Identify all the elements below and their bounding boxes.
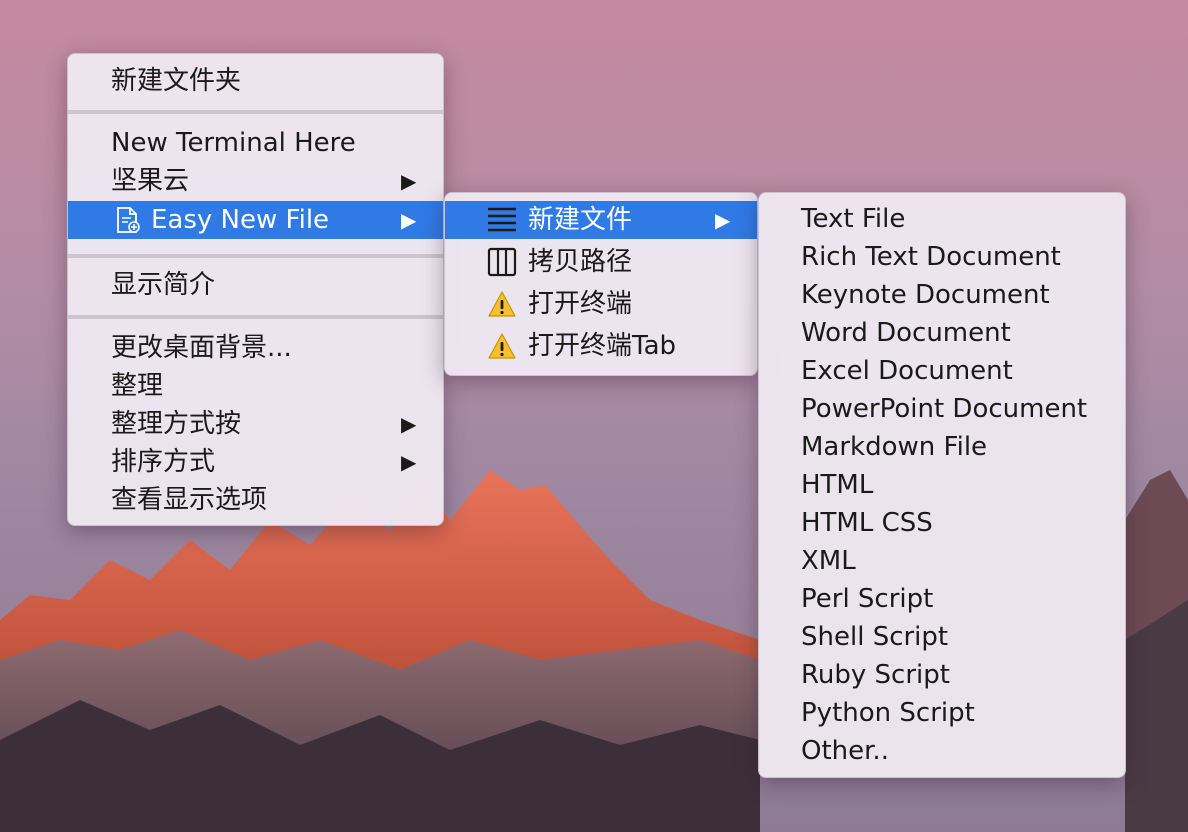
menu-item-label: 坚果云 — [111, 166, 190, 196]
new-file-type-submenu: Text File Rich Text Document Keynote Docum… — [758, 192, 1126, 778]
menu-item-label: HTML CSS — [801, 508, 933, 538]
menu-item-label: Other.. — [801, 736, 889, 766]
menu-item-label: Rich Text Document — [801, 242, 1061, 272]
file-type-item-xml[interactable]: XML — [759, 542, 1125, 580]
file-type-item-perl-script[interactable]: Perl Script — [759, 580, 1125, 618]
menu-item-label: 打开终端 — [528, 289, 633, 319]
menu-item-clean-up[interactable]: 整理 — [68, 367, 443, 405]
menu-separator — [68, 110, 443, 114]
menu-item-label: HTML — [801, 470, 874, 500]
submenu-arrow-icon: ▶ — [715, 208, 731, 232]
menu-item-label: 拷贝路径 — [528, 247, 633, 277]
menu-item-label: Easy New File — [151, 205, 330, 235]
context-menu: 新建文件夹 New Terminal Here 坚果云 ▶ Easy New F… — [67, 53, 444, 526]
menu-item-new-folder[interactable]: 新建文件夹 — [68, 62, 443, 100]
menu-item-label: 整理方式按 — [111, 409, 242, 439]
menu-item-label: 查看显示选项 — [111, 485, 268, 515]
menu-item-label: 新建文件 — [528, 205, 633, 235]
file-type-item-rich-text-document[interactable]: Rich Text Document — [759, 238, 1125, 276]
warning-icon — [488, 333, 516, 359]
menu-item-label: Keynote Document — [801, 280, 1050, 310]
menu-item-label: Python Script — [801, 698, 975, 728]
menu-separator — [68, 315, 443, 319]
easy-new-file-submenu: 新建文件 ▶ 拷贝路径 打开终端 打开终端Tab — [444, 192, 758, 376]
menu-item-label: 显示简介 — [111, 270, 216, 300]
menu-item-label: 新建文件夹 — [111, 66, 242, 96]
submenu-arrow-icon: ▶ — [401, 450, 417, 474]
menu-item-new-terminal-here[interactable]: New Terminal Here — [68, 124, 443, 162]
menu-item-label: Ruby Script — [801, 660, 950, 690]
file-type-item-powerpoint-document[interactable]: PowerPoint Document — [759, 390, 1125, 428]
menu-item-label: XML — [801, 546, 856, 576]
menu-item-label: 排序方式 — [111, 447, 216, 477]
file-type-item-shell-script[interactable]: Shell Script — [759, 618, 1125, 656]
menu-separator — [68, 254, 443, 258]
submenu-arrow-icon: ▶ — [401, 169, 417, 193]
file-type-item-excel-document[interactable]: Excel Document — [759, 352, 1125, 390]
menu-item-label: Word Document — [801, 318, 1011, 348]
submenu-arrow-icon: ▶ — [401, 412, 417, 436]
menu-item-easy-new-file[interactable]: Easy New File ▶ — [68, 201, 443, 239]
menu-item-label: Shell Script — [801, 622, 949, 652]
menu-item-change-desktop-background[interactable]: 更改桌面背景... — [68, 329, 443, 367]
submenu-arrow-icon: ▶ — [401, 208, 417, 232]
submenu-item-copy-path[interactable]: 拷贝路径 — [445, 243, 757, 281]
menu-item-label: Excel Document — [801, 356, 1013, 386]
menu-item-get-info[interactable]: 显示简介 — [68, 266, 443, 304]
file-type-item-other[interactable]: Other.. — [759, 732, 1125, 770]
menu-item-clean-up-by[interactable]: 整理方式按 ▶ — [68, 405, 443, 443]
file-type-item-ruby-script[interactable]: Ruby Script — [759, 656, 1125, 694]
warning-icon — [488, 291, 516, 317]
file-type-item-keynote-document[interactable]: Keynote Document — [759, 276, 1125, 314]
submenu-item-new-file[interactable]: 新建文件 ▶ — [445, 201, 757, 239]
menu-lines-icon — [488, 207, 516, 232]
menu-item-label: 整理 — [111, 371, 164, 401]
menu-item-sort-by[interactable]: 排序方式 ▶ — [68, 443, 443, 481]
menu-item-label: 更改桌面背景... — [111, 333, 292, 363]
menu-item-label: Perl Script — [801, 584, 934, 614]
submenu-item-open-terminal[interactable]: 打开终端 — [445, 285, 757, 323]
file-type-item-word-document[interactable]: Word Document — [759, 314, 1125, 352]
menu-item-label: Markdown File — [801, 432, 988, 462]
document-add-icon — [117, 207, 140, 233]
menu-item-label: New Terminal Here — [111, 128, 356, 158]
file-type-item-html-css[interactable]: HTML CSS — [759, 504, 1125, 542]
menu-item-jianguoyun[interactable]: 坚果云 ▶ — [68, 162, 443, 200]
columns-icon — [487, 247, 517, 277]
file-type-item-html[interactable]: HTML — [759, 466, 1125, 504]
menu-item-label: 打开终端Tab — [528, 331, 677, 361]
menu-item-show-view-options[interactable]: 查看显示选项 — [68, 481, 443, 519]
submenu-item-open-terminal-tab[interactable]: 打开终端Tab — [445, 327, 757, 365]
file-type-item-python-script[interactable]: Python Script — [759, 694, 1125, 732]
file-type-item-text-file[interactable]: Text File — [759, 200, 1125, 238]
menu-item-label: PowerPoint Document — [801, 394, 1088, 424]
menu-item-label: Text File — [801, 204, 906, 234]
file-type-item-markdown-file[interactable]: Markdown File — [759, 428, 1125, 466]
